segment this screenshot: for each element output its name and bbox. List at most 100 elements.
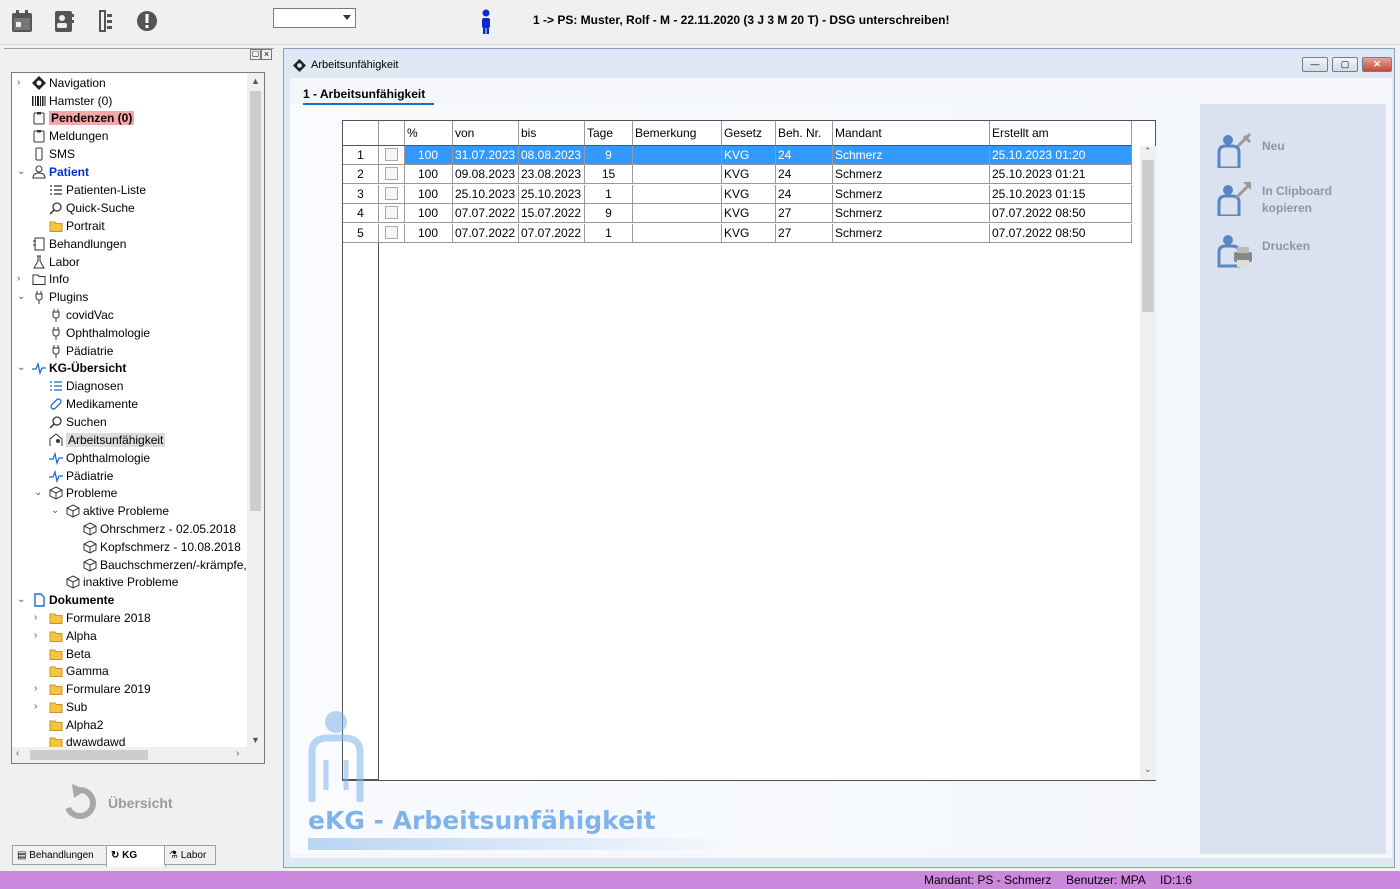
tab-kg[interactable]: ↻ KG bbox=[106, 845, 166, 867]
table-cell[interactable]: KVG bbox=[722, 165, 776, 184]
column-header[interactable]: Gesetz bbox=[722, 121, 776, 146]
tree-item[interactable]: Medikamente bbox=[49, 395, 138, 413]
tree-item[interactable]: ⌄ Probleme bbox=[34, 484, 117, 502]
chevron-right-icon[interactable]: › bbox=[34, 702, 44, 712]
table-cell[interactable]: 100 bbox=[405, 165, 453, 184]
tree-item[interactable]: Pädiatrie bbox=[49, 342, 113, 360]
tree-item[interactable]: Beta bbox=[49, 645, 91, 663]
column-header[interactable] bbox=[343, 121, 379, 146]
tree-item[interactable]: Hamster (0) bbox=[32, 92, 112, 110]
table-cell[interactable]: Schmerz bbox=[833, 224, 990, 243]
row-checkbox-cell[interactable] bbox=[379, 204, 405, 223]
row-checkbox-cell[interactable] bbox=[379, 224, 405, 243]
tree-item[interactable]: Quick-Suche bbox=[49, 199, 135, 217]
tree-item[interactable]: ⌄ Patient bbox=[17, 163, 89, 181]
table-cell[interactable]: Schmerz bbox=[833, 146, 990, 165]
scroll-thumb[interactable] bbox=[250, 91, 261, 511]
calendar-icon[interactable] bbox=[10, 9, 34, 33]
table-cell[interactable]: 25.10.2023 01:21 bbox=[990, 165, 1132, 184]
table-cell[interactable] bbox=[633, 204, 722, 223]
table-cell[interactable]: 07.07.2022 bbox=[453, 204, 519, 223]
table-cell[interactable]: 07.07.2022 08:50 bbox=[990, 224, 1132, 243]
table-cell[interactable]: 15.07.2022 bbox=[519, 204, 585, 223]
column-header[interactable]: Mandant bbox=[833, 121, 990, 146]
chevron-down-icon[interactable]: ⌄ bbox=[17, 167, 27, 177]
tree-item[interactable]: Ophthalmologie bbox=[49, 324, 150, 342]
tree-item[interactable]: › Alpha bbox=[34, 627, 97, 645]
chevron-down-icon[interactable]: ⌄ bbox=[17, 363, 27, 373]
scroll-up-icon[interactable]: ▲ bbox=[251, 76, 260, 86]
tree-item[interactable]: Ohrschmerz - 02.05.2018 bbox=[83, 520, 236, 538]
tree-item[interactable]: Patienten-Liste bbox=[49, 181, 146, 199]
tree-item[interactable]: Kopfschmerz - 10.08.2018 bbox=[83, 538, 241, 556]
table-cell[interactable]: KVG bbox=[722, 146, 776, 165]
tree-item[interactable]: covidVac bbox=[49, 306, 114, 324]
table-cell[interactable]: 07.07.2022 08:50 bbox=[990, 204, 1132, 223]
chevron-down-icon[interactable]: ⌄ bbox=[34, 488, 44, 498]
scroll-right-icon[interactable]: › bbox=[236, 748, 239, 759]
tree-item[interactable]: Alpha2 bbox=[49, 716, 103, 734]
row-checkbox-cell[interactable] bbox=[379, 185, 405, 204]
tree-item[interactable]: Ophthalmologie bbox=[49, 449, 150, 467]
table-cell[interactable]: 1 bbox=[585, 185, 633, 204]
tree-item[interactable]: Pendenzen (0) bbox=[32, 109, 135, 127]
maximize-button[interactable]: ▢ bbox=[1332, 57, 1358, 72]
scroll-left-icon[interactable]: ‹ bbox=[16, 748, 19, 759]
scroll-thumb[interactable] bbox=[1142, 160, 1154, 312]
column-header[interactable] bbox=[379, 121, 405, 146]
window-titlebar[interactable] bbox=[290, 56, 1390, 76]
row-number[interactable]: 1 bbox=[343, 146, 379, 165]
table-cell[interactable]: 07.07.2022 bbox=[519, 224, 585, 243]
tree-item[interactable]: ⌄ Dokumente bbox=[17, 591, 114, 609]
table-cell[interactable]: 100 bbox=[405, 185, 453, 204]
minimize-button[interactable]: — bbox=[1302, 57, 1328, 72]
table-cell[interactable]: 07.07.2022 bbox=[453, 224, 519, 243]
table-cell[interactable]: 31.07.2023 bbox=[453, 146, 519, 165]
table-cell[interactable]: KVG bbox=[722, 224, 776, 243]
tree-item[interactable]: Gamma bbox=[49, 662, 109, 680]
tree-item[interactable]: Suchen bbox=[49, 413, 107, 431]
table-cell[interactable]: 100 bbox=[405, 146, 453, 165]
table-cell[interactable]: 9 bbox=[585, 146, 633, 165]
table-cell[interactable]: 100 bbox=[405, 224, 453, 243]
row-checkbox[interactable] bbox=[385, 187, 398, 200]
column-header[interactable]: Erstellt am bbox=[990, 121, 1132, 146]
tree-item[interactable]: Diagnosen bbox=[49, 377, 123, 395]
scroll-thumb[interactable] bbox=[30, 750, 148, 760]
table-cell[interactable]: 08.08.2023 bbox=[519, 146, 585, 165]
pin-icon[interactable]: ▢ bbox=[250, 49, 261, 60]
close-button[interactable]: ✕ bbox=[1362, 57, 1392, 72]
table-vertical-scrollbar[interactable]: ⌃ ⌄ bbox=[1140, 146, 1156, 780]
row-number[interactable]: 3 bbox=[343, 185, 379, 204]
column-header[interactable]: Beh. Nr. bbox=[776, 121, 833, 146]
row-number[interactable]: 4 bbox=[343, 204, 379, 223]
overview-button[interactable]: Übersicht bbox=[60, 780, 220, 828]
tree-item[interactable]: SMS bbox=[32, 145, 75, 163]
tree-item[interactable]: › Sub bbox=[34, 698, 87, 716]
table-cell[interactable]: 27 bbox=[776, 204, 833, 223]
row-checkbox-cell[interactable] bbox=[379, 146, 405, 165]
tree-item[interactable]: Behandlungen bbox=[32, 235, 126, 253]
chevron-right-icon[interactable]: › bbox=[34, 613, 44, 623]
column-header[interactable]: Bemerkung bbox=[633, 121, 722, 146]
column-header[interactable]: % bbox=[405, 121, 453, 146]
context-combobox[interactable] bbox=[273, 8, 356, 28]
tree-item[interactable]: Bauchschmerzen/-krämpfe, bbox=[83, 556, 247, 574]
chevron-down-icon[interactable]: ⌄ bbox=[17, 595, 27, 605]
table-cell[interactable]: 24 bbox=[776, 146, 833, 165]
table-cell[interactable]: 25.10.2023 bbox=[519, 185, 585, 204]
table-cell[interactable]: 9 bbox=[585, 204, 633, 223]
row-number[interactable]: 2 bbox=[343, 165, 379, 184]
chevron-right-icon[interactable]: › bbox=[17, 78, 27, 88]
table-cell[interactable] bbox=[633, 185, 722, 204]
table-cell[interactable]: 24 bbox=[776, 185, 833, 204]
table-cell[interactable]: 24 bbox=[776, 165, 833, 184]
row-checkbox[interactable] bbox=[385, 167, 398, 180]
row-checkbox[interactable] bbox=[385, 148, 398, 161]
scroll-down-icon[interactable]: ▼ bbox=[251, 735, 260, 745]
scroll-up-icon[interactable]: ⌃ bbox=[1144, 146, 1152, 157]
chevron-right-icon[interactable]: › bbox=[34, 631, 44, 641]
column-header[interactable]: Tage bbox=[585, 121, 633, 146]
chevron-right-icon[interactable]: › bbox=[34, 684, 44, 694]
table-cell[interactable]: 09.08.2023 bbox=[453, 165, 519, 184]
